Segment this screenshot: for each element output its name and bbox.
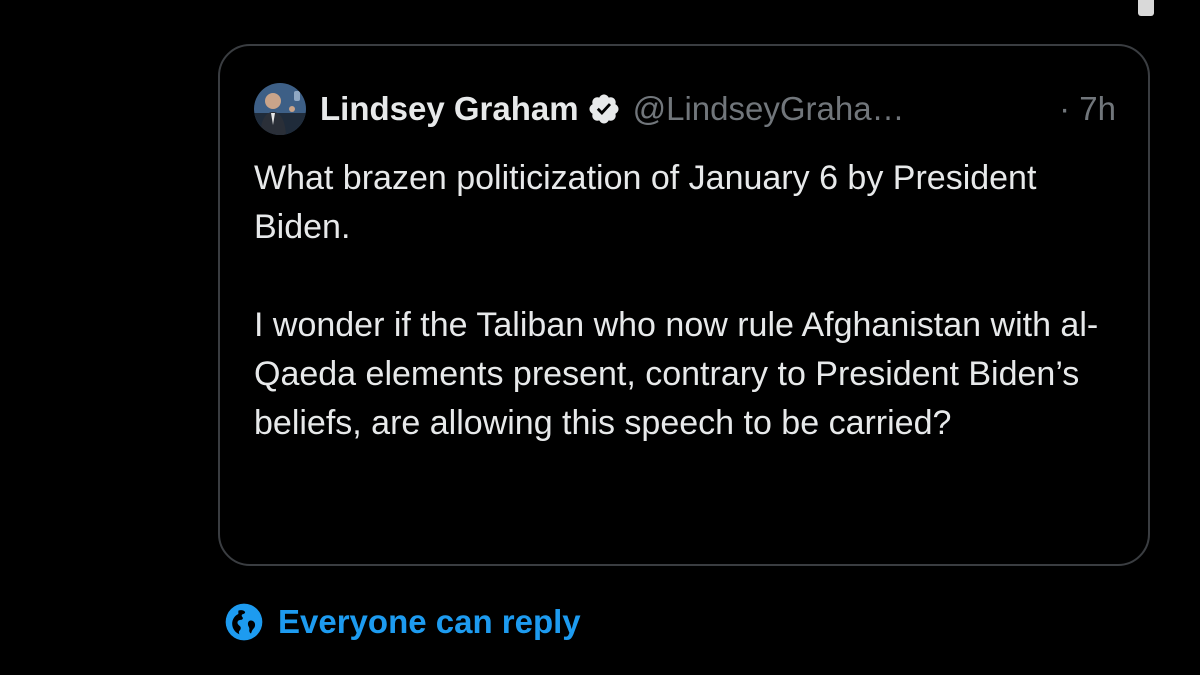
tweet-timestamp[interactable]: · 7h: [1059, 90, 1116, 128]
reply-settings-label: Everyone can reply: [278, 603, 581, 640]
reply-settings-indicator[interactable]: Everyone can reply: [224, 598, 581, 646]
tweet-paragraph: I wonder if the Taliban who now rule Afg…: [254, 306, 1099, 442]
quoted-tweet-header: Lindsey Graham @LindseyGraha… · 7h: [254, 82, 1116, 136]
author-display-name[interactable]: Lindsey Graham: [320, 90, 579, 128]
avatar[interactable]: [254, 83, 306, 135]
quoted-tweet-text: What brazen politicization of January 6 …: [254, 154, 1114, 448]
profile-photo-icon: [254, 83, 306, 135]
author-handle[interactable]: @LindseyGraha…: [633, 90, 905, 128]
quoted-tweet-card[interactable]: Lindsey Graham @LindseyGraha… · 7h What …: [218, 44, 1150, 566]
verified-badge-icon: [589, 94, 619, 124]
globe-icon: [225, 603, 263, 641]
partial-media-thumbnail: [1138, 0, 1154, 16]
tweet-paragraph: What brazen politicization of January 6 …: [254, 159, 1037, 246]
